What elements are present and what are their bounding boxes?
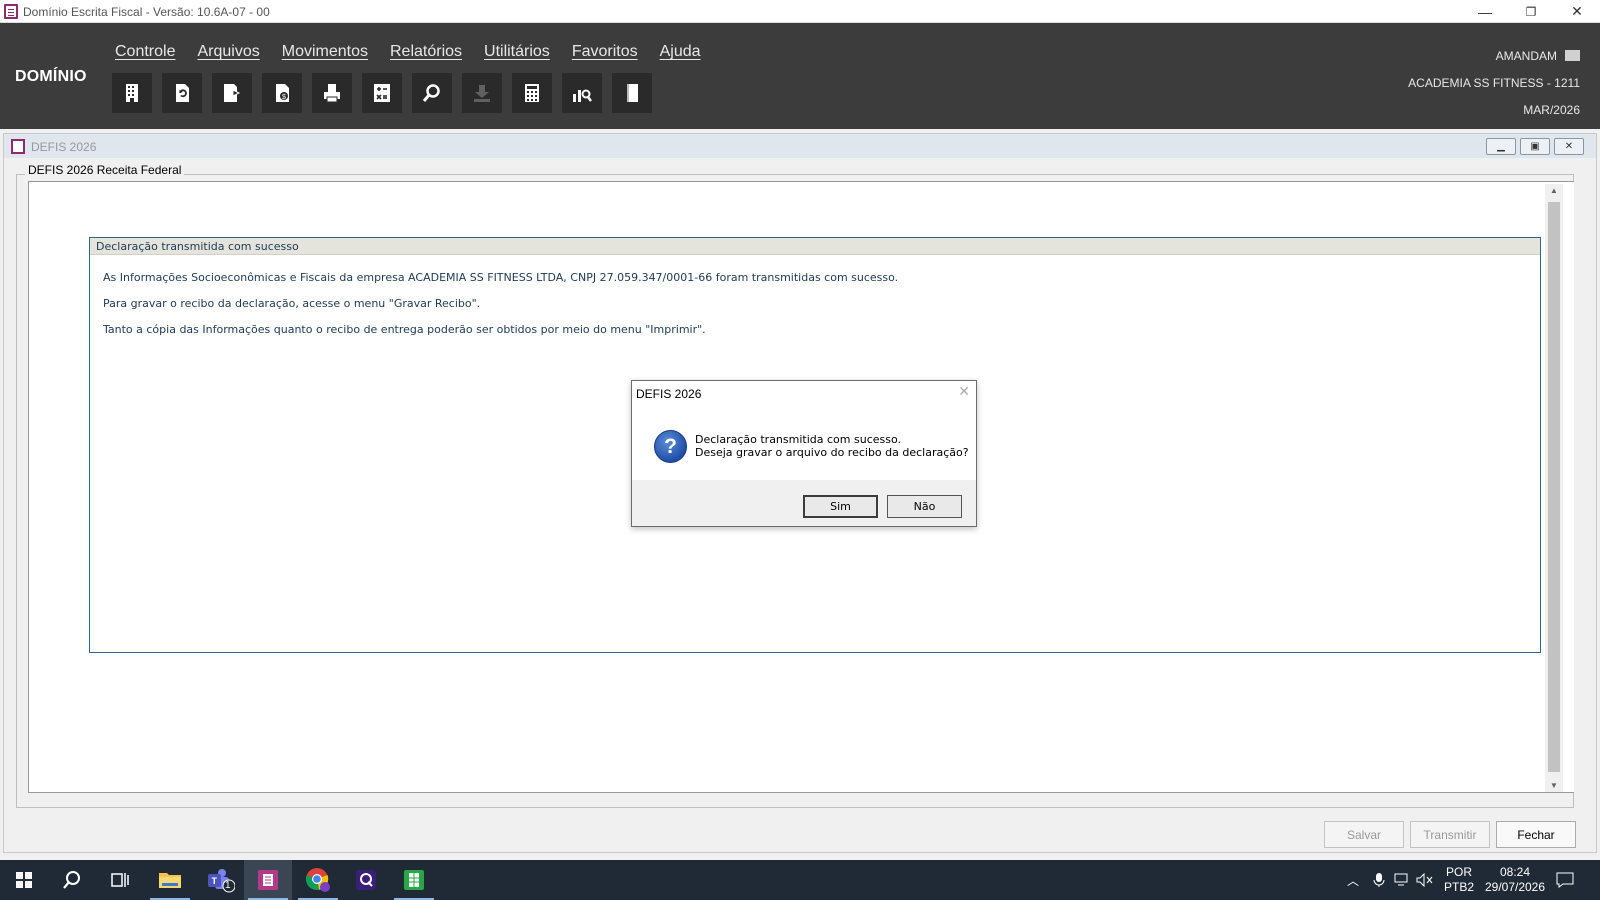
brand-logo: DOMÍNIO <box>15 68 87 85</box>
defis-window-icon <box>11 139 25 154</box>
windows-start-icon[interactable] <box>0 860 48 900</box>
user-name: AMANDAM <box>1495 49 1557 63</box>
input-language[interactable]: POR PTB2 <box>1444 860 1474 900</box>
yes-button[interactable]: Sim <box>803 495 878 518</box>
app-icon <box>4 4 18 19</box>
scroll-up-arrow[interactable]: ▲ <box>1545 186 1563 195</box>
menu-relatorios[interactable]: Relatórios <box>390 43 462 61</box>
defis-window-title: DEFIS 2026 <box>31 140 97 154</box>
search-taskbar-icon[interactable] <box>48 860 96 900</box>
menu-controle[interactable]: Controle <box>115 43 175 61</box>
calculator-sheet-icon[interactable] <box>362 73 402 113</box>
close-button[interactable]: ✕ <box>1554 0 1600 23</box>
company-name[interactable]: ACADEMIA SS FITNESS - 1211 <box>1408 70 1580 97</box>
volume-muted-icon[interactable] <box>1416 860 1434 900</box>
book-icon[interactable] <box>612 73 652 113</box>
menu-movimentos[interactable]: Movimentos <box>282 43 368 61</box>
result-line-2: Para gravar o recibo da declaração, aces… <box>103 297 481 310</box>
menu-utilitarios[interactable]: Utilitários <box>484 43 550 61</box>
child-minimize-button[interactable]: ▁ <box>1486 138 1516 155</box>
question-icon: ? <box>654 430 687 463</box>
menu-favoritos[interactable]: Favoritos <box>572 43 638 61</box>
search-icon[interactable] <box>412 73 452 113</box>
restore-button[interactable]: ❐ <box>1508 0 1554 23</box>
confirm-dialog: DEFIS 2026 ✕ ? Declaração transmitida co… <box>631 380 977 527</box>
spreadsheet-app-icon[interactable] <box>390 860 438 900</box>
child-close-button[interactable]: ✕ <box>1554 138 1584 155</box>
user-info: AMANDAM ACADEMIA SS FITNESS - 1211 MAR/2… <box>1408 43 1580 124</box>
dialog-message: Declaração transmitida com sucesso. Dese… <box>695 433 969 459</box>
document-export-icon[interactable] <box>212 73 252 113</box>
keyboard-layout: PTB2 <box>1444 880 1475 894</box>
close-defis-button[interactable]: Fechar <box>1496 821 1576 848</box>
svg-text:T: T <box>212 876 218 886</box>
dialog-message-line-1: Declaração transmitida com sucesso. <box>695 433 902 446</box>
microphone-icon[interactable] <box>1373 860 1385 900</box>
language-code: POR <box>1446 865 1473 879</box>
printer-icon[interactable] <box>312 73 352 113</box>
save-button[interactable]: Salvar <box>1324 821 1404 848</box>
building-icon[interactable] <box>112 73 152 113</box>
app-header: DOMÍNIO Controle Arquivos Movimentos Rel… <box>0 23 1600 129</box>
notifications-icon[interactable] <box>1556 860 1574 900</box>
defis-window-title-bar: DEFIS 2026 ▁ ▣ ✕ <box>4 134 1596 158</box>
app-q-icon[interactable] <box>342 860 390 900</box>
scroll-down-arrow[interactable]: ▼ <box>1545 781 1563 790</box>
taskbar: T 1 ︿ POR PTB2 08:24 29/07/2026 <box>0 860 1600 900</box>
minimize-button[interactable]: — <box>1462 0 1508 23</box>
dialog-title: DEFIS 2026 <box>636 387 702 401</box>
period[interactable]: MAR/2026 <box>1408 97 1580 124</box>
svg-text:$: $ <box>282 94 286 101</box>
download-icon <box>462 73 502 113</box>
tray-chevron-icon[interactable]: ︿ <box>1347 860 1359 900</box>
app-title: Domínio Escrita Fiscal - Versão: 10.6A-0… <box>23 5 270 19</box>
chart-search-icon[interactable] <box>562 73 602 113</box>
clock[interactable]: 08:24 29/07/2026 <box>1482 860 1548 900</box>
dialog-message-line-2: Deseja gravar o arquivo do recibo da dec… <box>695 446 969 459</box>
menu-arquivos[interactable]: Arquivos <box>197 43 259 61</box>
clock-time: 08:24 <box>1499 865 1531 879</box>
no-button[interactable]: Não <box>887 495 962 518</box>
groupbox-label: DEFIS 2026 Receita Federal <box>25 163 185 177</box>
mail-icon[interactable] <box>1565 50 1580 61</box>
task-view-icon[interactable] <box>96 860 144 900</box>
refresh-document-icon[interactable] <box>162 73 202 113</box>
menu-ajuda[interactable]: Ajuda <box>660 43 701 61</box>
scroll-thumb[interactable] <box>1548 202 1560 772</box>
dialog-close-icon[interactable]: ✕ <box>958 383 970 400</box>
document-money-icon[interactable]: $ <box>262 73 302 113</box>
file-explorer-icon[interactable] <box>146 860 194 900</box>
transmit-button[interactable]: Transmitir <box>1410 821 1490 848</box>
app-title-bar: Domínio Escrita Fiscal - Versão: 10.6A-0… <box>0 0 1600 23</box>
dominio-taskbar-icon[interactable] <box>244 860 292 900</box>
teams-badge: 1 <box>225 880 231 891</box>
network-icon[interactable] <box>1394 860 1412 900</box>
clock-date: 29/07/2026 <box>1484 880 1546 894</box>
toolbar: $ <box>112 73 652 113</box>
main-menu: Controle Arquivos Movimentos Relatórios … <box>115 43 701 61</box>
vertical-scrollbar[interactable]: ▲ ▼ <box>1545 184 1563 792</box>
teams-icon[interactable]: T 1 <box>196 860 244 900</box>
result-line-1: As Informações Socioeconômicas e Fiscais… <box>103 271 899 284</box>
chrome-icon[interactable] <box>294 860 342 900</box>
result-line-3: Tanto a cópia das Informações quanto o r… <box>103 323 706 336</box>
calculator-icon[interactable] <box>512 73 552 113</box>
child-restore-button[interactable]: ▣ <box>1520 138 1550 155</box>
result-header: Declaração transmitida com sucesso <box>90 238 1540 255</box>
